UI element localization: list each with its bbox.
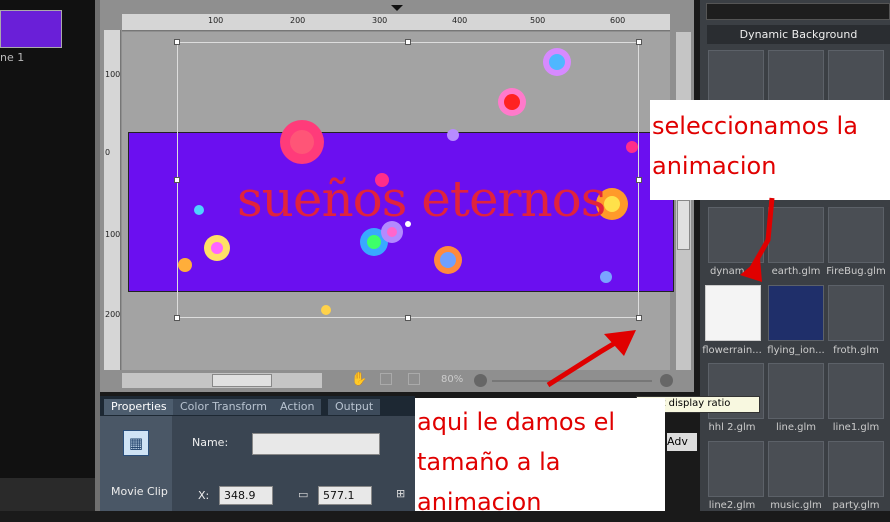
arrow-up-icon	[604, 330, 636, 356]
arrow-down-icon	[740, 258, 762, 282]
arrow-down-icon	[749, 197, 775, 270]
annotation-arrows	[546, 197, 775, 388]
arrow-up-icon	[546, 337, 622, 388]
